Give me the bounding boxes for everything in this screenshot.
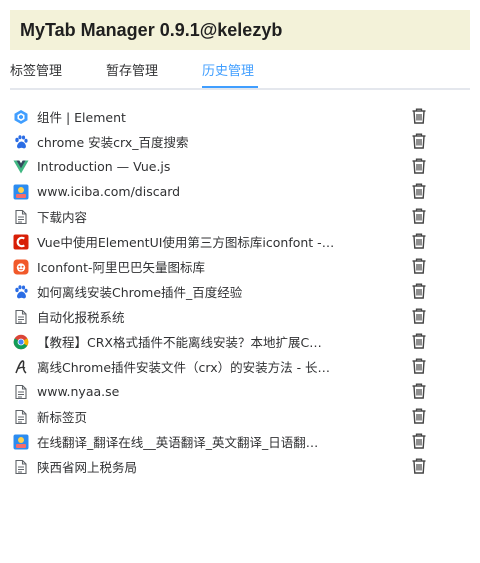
trash-icon[interactable] xyxy=(410,232,428,250)
history-item[interactable]: 在线翻译_翻译在线__英语翻译_英文翻译_日语翻… xyxy=(10,429,470,454)
history-item[interactable]: 自动化报税系统 xyxy=(10,304,470,329)
history-item[interactable]: Introduction — Vue.js xyxy=(10,154,470,179)
history-item[interactable]: chrome 安装crx_百度搜索 xyxy=(10,129,470,154)
history-item-title[interactable]: 新标签页 xyxy=(37,407,87,426)
app-title: MyTab Manager 0.9.1@kelezyb xyxy=(20,19,283,40)
tab-history-management[interactable]: 历史管理 xyxy=(202,62,254,88)
history-item-title[interactable]: 在线翻译_翻译在线__英语翻译_英文翻译_日语翻… xyxy=(37,432,318,451)
trash-icon[interactable] xyxy=(410,407,428,425)
trash-icon[interactable] xyxy=(410,382,428,400)
page-icon xyxy=(13,384,29,400)
history-item-title[interactable]: 离线Chrome插件安装文件（crx）的安装方法 - 长… xyxy=(37,357,330,376)
tab-stash-management[interactable]: 暂存管理 xyxy=(106,62,158,88)
history-item-title[interactable]: Vue中使用ElementUI使用第三方图标库iconfont - … xyxy=(37,232,337,251)
baidu-paw-icon xyxy=(13,134,29,150)
history-item-title[interactable]: 陕西省网上税务局 xyxy=(37,457,137,476)
history-item-title[interactable]: 自动化报税系统 xyxy=(37,307,125,326)
element-icon xyxy=(13,109,29,125)
trash-icon[interactable] xyxy=(410,357,428,375)
history-item-title[interactable]: www.iciba.com/discard xyxy=(37,184,180,199)
page-icon xyxy=(13,409,29,425)
history-list: 组件 | Element chrome 安装crx_百度搜索 Introductio… xyxy=(10,104,470,479)
tab-tab-management[interactable]: 标签管理 xyxy=(10,62,62,88)
trash-icon[interactable] xyxy=(410,332,428,350)
csdn-icon xyxy=(13,234,29,250)
history-item-title[interactable]: chrome 安装crx_百度搜索 xyxy=(37,132,188,151)
history-item[interactable]: 新标签页 xyxy=(10,404,470,429)
trash-icon[interactable] xyxy=(410,432,428,450)
page-icon xyxy=(13,209,29,225)
history-item[interactable]: 离线Chrome插件安装文件（crx）的安装方法 - 长… xyxy=(10,354,470,379)
app-header: MyTab Manager 0.9.1@kelezyb xyxy=(10,10,470,50)
history-item[interactable]: 陕西省网上税务局 xyxy=(10,454,470,479)
iciba-icon xyxy=(13,184,29,200)
tab-bar: 标签管理 暂存管理 历史管理 xyxy=(10,58,470,90)
history-item-title[interactable]: Iconfont-阿里巴巴矢量图标库 xyxy=(37,257,205,276)
trash-icon[interactable] xyxy=(410,257,428,275)
history-item[interactable]: 组件 | Element xyxy=(10,104,470,129)
history-item-title[interactable]: www.nyaa.se xyxy=(37,384,119,399)
trash-icon[interactable] xyxy=(410,307,428,325)
history-item[interactable]: Vue中使用ElementUI使用第三方图标库iconfont - … xyxy=(10,229,470,254)
page-icon xyxy=(13,459,29,475)
trash-icon[interactable] xyxy=(410,157,428,175)
trash-icon[interactable] xyxy=(410,182,428,200)
trash-icon[interactable] xyxy=(410,132,428,150)
history-item-title[interactable]: 下载内容 xyxy=(37,207,87,226)
trash-icon[interactable] xyxy=(410,282,428,300)
history-item[interactable]: 【教程】CRX格式插件不能离线安装？本地扩展C… xyxy=(10,329,470,354)
history-item-title[interactable]: 如何离线安装Chrome插件_百度经验 xyxy=(37,282,242,301)
history-item[interactable]: www.nyaa.se xyxy=(10,379,470,404)
trash-icon[interactable] xyxy=(410,107,428,125)
vue-icon xyxy=(13,159,29,175)
iconfont-icon xyxy=(13,259,29,275)
history-item[interactable]: www.iciba.com/discard xyxy=(10,179,470,204)
trash-icon[interactable] xyxy=(410,207,428,225)
trash-icon[interactable] xyxy=(410,457,428,475)
iciba-icon xyxy=(13,434,29,450)
history-item[interactable]: 下载内容 xyxy=(10,204,470,229)
active-tab-indicator xyxy=(202,86,258,88)
history-item[interactable]: 如何离线安装Chrome插件_百度经验 xyxy=(10,279,470,304)
script-a-icon xyxy=(13,359,29,375)
chrome-icon xyxy=(13,334,29,350)
history-item-title[interactable]: 【教程】CRX格式插件不能离线安装？本地扩展C… xyxy=(37,332,322,351)
page-icon xyxy=(13,309,29,325)
history-item-title[interactable]: Introduction — Vue.js xyxy=(37,159,170,174)
baidu-paw-icon xyxy=(13,284,29,300)
history-item-title[interactable]: 组件 | Element xyxy=(37,107,126,126)
history-item[interactable]: Iconfont-阿里巴巴矢量图标库 xyxy=(10,254,470,279)
